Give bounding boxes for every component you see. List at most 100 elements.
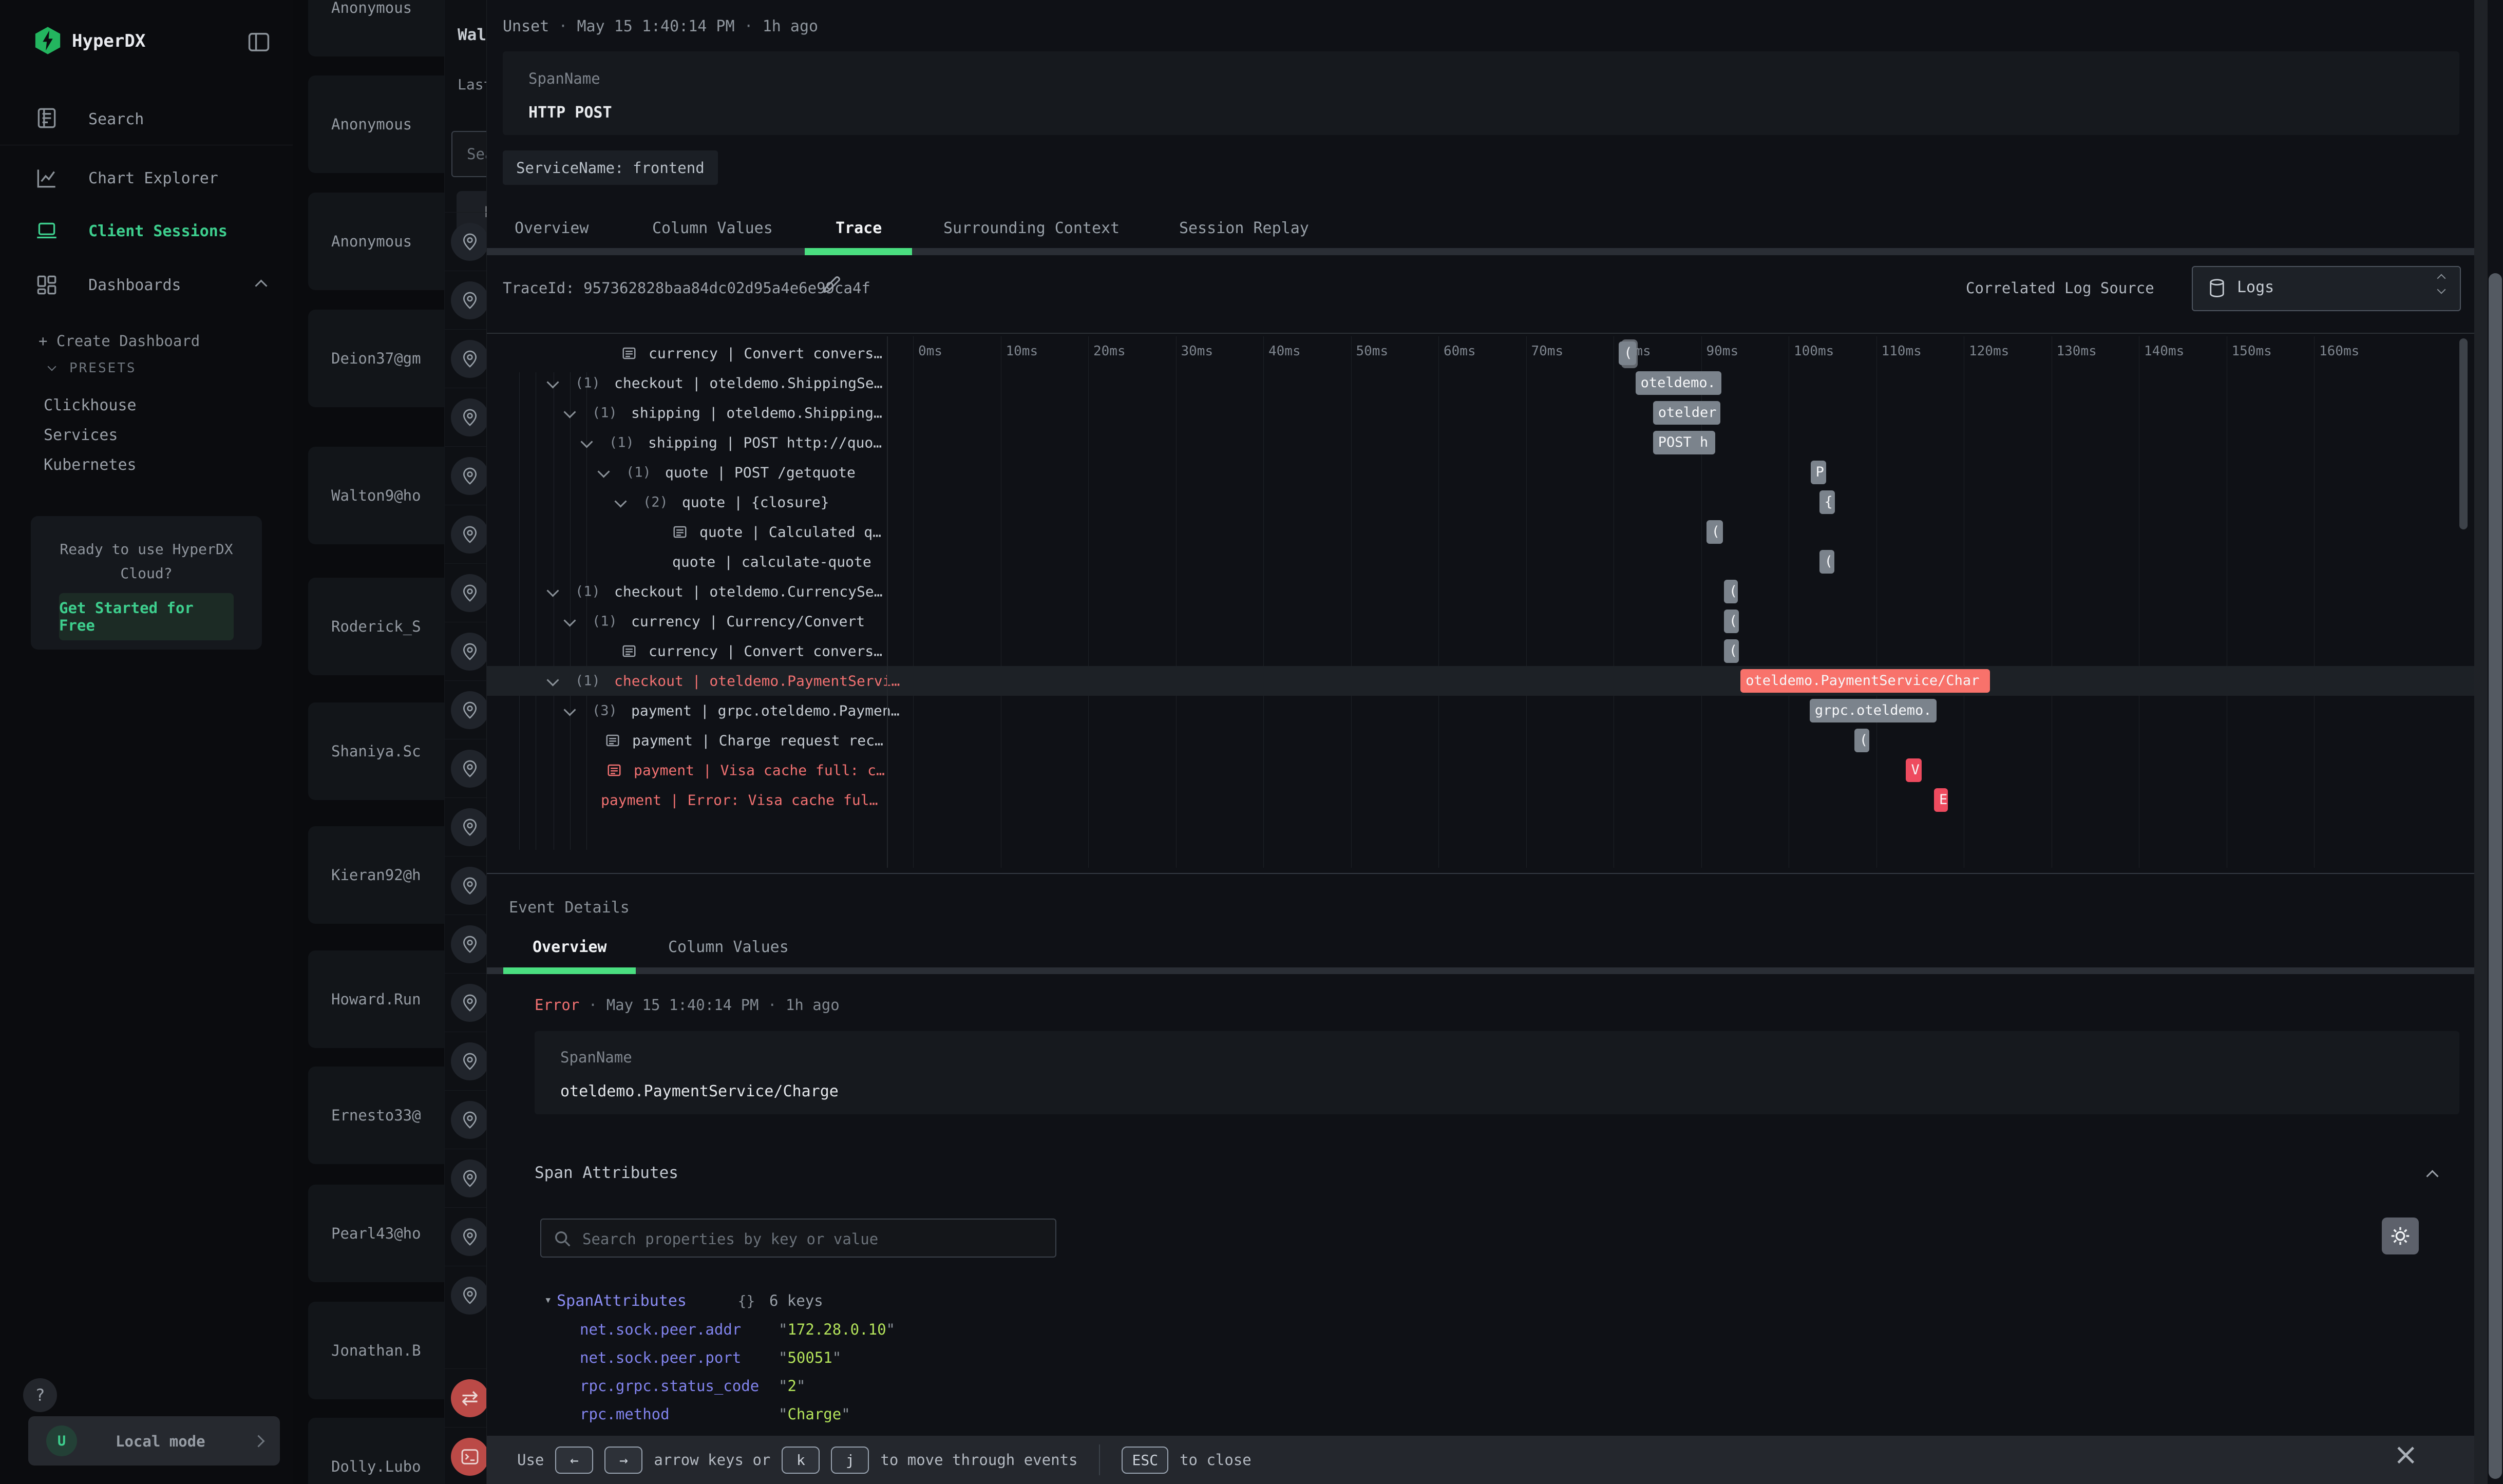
session-card[interactable]: Walton9@ho [308, 447, 447, 544]
trace-row[interactable]: (1)currency | Currency/Convert( [487, 606, 2475, 636]
span-attributes-collapse-icon[interactable] [2426, 1170, 2438, 1182]
location-pin-icon[interactable] [451, 867, 487, 905]
span-bar[interactable]: ( [1819, 550, 1834, 574]
attribute-value[interactable]: "2" [779, 1377, 805, 1395]
preset-services[interactable]: Services [44, 426, 118, 444]
service-name-chip[interactable]: ServiceName: frontend [503, 150, 718, 185]
collapse-sidebar-icon[interactable] [245, 29, 272, 55]
attributes-search-input[interactable]: Search properties by key or value [540, 1219, 1056, 1258]
trace-row[interactable]: quote | calculate-quote( [487, 547, 2475, 577]
session-card[interactable]: Dolly.Lubo [308, 1418, 447, 1484]
row-expand-icon[interactable] [546, 376, 559, 388]
sidebar-item-chart-explorer[interactable]: Chart Explorer [88, 169, 218, 187]
close-icon[interactable]: × [2393, 1437, 2418, 1472]
get-started-button[interactable]: Get Started for Free [59, 593, 234, 640]
span-bar[interactable]: ( [1724, 639, 1739, 663]
session-card[interactable]: Pearl43@ho [308, 1185, 447, 1282]
span-bar[interactable]: ( [1706, 520, 1723, 544]
tab-session-replay[interactable]: Session Replay [1179, 219, 1309, 237]
span-bar[interactable]: P [1811, 461, 1827, 484]
location-pin-icon[interactable] [451, 574, 487, 612]
trace-row[interactable]: (3)payment | grpc.oteldemo.Paymen…grpc.o… [487, 696, 2475, 726]
terminal-icon[interactable] [451, 1438, 487, 1476]
trace-row[interactable]: (1)checkout | oteldemo.PaymentServi…otel… [487, 666, 2475, 696]
trace-row[interactable]: quote | Calculated q…( [487, 517, 2475, 547]
location-pin-icon[interactable] [451, 1042, 487, 1080]
create-dashboard-button[interactable]: + Create Dashboard [39, 332, 200, 350]
session-card[interactable]: Jonathan.B [308, 1302, 447, 1399]
row-expand-icon[interactable] [597, 465, 610, 478]
location-pin-icon[interactable] [451, 340, 487, 378]
location-pin-icon[interactable] [451, 925, 487, 963]
span-bar[interactable]: grpc.oteldemo. [1810, 699, 1937, 722]
row-expand-icon[interactable] [546, 674, 559, 686]
row-expand-icon[interactable] [614, 495, 627, 507]
attribute-value[interactable]: "50051" [779, 1349, 841, 1366]
location-pin-icon[interactable] [451, 750, 487, 788]
attributes-root-row[interactable]: ▾ SpanAttributes {} 6 keys [544, 1292, 823, 1310]
sidebar-item-client-sessions[interactable]: Client Sessions [88, 222, 227, 240]
event-tab-overview[interactable]: Overview [533, 938, 607, 956]
location-pin-icon[interactable] [451, 984, 487, 1022]
tab-column-values[interactable]: Column Values [652, 219, 773, 237]
tab-overview[interactable]: Overview [515, 219, 589, 237]
attribute-value[interactable]: "Charge" [779, 1405, 850, 1423]
trace-row[interactable]: (1)shipping | oteldemo.Shipping…otelder [487, 398, 2475, 428]
location-pin-icon[interactable] [451, 1159, 487, 1197]
help-button[interactable]: ? [23, 1378, 57, 1412]
trace-row[interactable]: currency | Convert convers…( [487, 636, 2475, 666]
event-tab-column-values[interactable]: Column Values [668, 938, 789, 956]
location-pin-icon[interactable] [451, 516, 487, 554]
waterfall-scrollbar-thumb[interactable] [2459, 338, 2468, 529]
session-card[interactable]: Roderick_S [308, 578, 447, 675]
attributes-settings-button[interactable] [2382, 1217, 2419, 1254]
span-bar[interactable]: ( [1619, 341, 1636, 365]
row-expand-icon[interactable] [563, 614, 576, 626]
trace-row[interactable]: currency | Convert convers…( [487, 338, 2475, 368]
row-expand-icon[interactable] [580, 435, 593, 448]
row-expand-icon[interactable] [546, 584, 559, 597]
location-pin-icon[interactable] [451, 808, 487, 846]
location-pin-icon[interactable] [451, 281, 487, 319]
span-bar[interactable]: ( [1724, 580, 1738, 603]
session-search-input[interactable]: Sea [451, 131, 487, 177]
trace-row[interactable]: payment | Charge request rec…( [487, 726, 2475, 755]
session-card[interactable]: Anonymous [308, 193, 447, 290]
trace-row[interactable]: payment | Visa cache full: c…V [487, 755, 2475, 785]
span-bar[interactable]: ( [1724, 610, 1739, 633]
correlated-log-source-select[interactable]: Logs [2192, 266, 2461, 311]
session-card[interactable]: Anonymous [308, 75, 447, 173]
swap-arrows-icon[interactable]: ⇄ [451, 1379, 487, 1417]
session-card[interactable]: Howard.Run [308, 950, 447, 1048]
location-pin-icon[interactable] [451, 457, 487, 495]
trace-row[interactable]: (1)quote | POST /getquoteP [487, 458, 2475, 487]
location-pin-icon[interactable] [451, 633, 487, 671]
session-card[interactable]: Deion37@gm [308, 310, 447, 407]
attribute-key[interactable]: rpc.method [580, 1405, 670, 1423]
attribute-value[interactable]: "172.28.0.10" [779, 1321, 895, 1338]
tab-surrounding-context[interactable]: Surrounding Context [943, 219, 1120, 237]
attribute-key[interactable]: net.sock.peer.port [580, 1349, 741, 1366]
sidebar-item-search[interactable]: Search [88, 110, 144, 128]
row-expand-icon[interactable] [563, 703, 576, 716]
span-bar[interactable]: oteldemo. [1636, 371, 1721, 395]
location-pin-icon[interactable] [451, 1218, 487, 1256]
span-bar[interactable]: otelder [1653, 401, 1720, 425]
trace-row[interactable]: (1)checkout | oteldemo.ShippingSe…otelde… [487, 368, 2475, 398]
session-card[interactable]: Ernesto33@ [308, 1067, 447, 1164]
preset-kubernetes[interactable]: Kubernetes [44, 456, 137, 474]
span-bar[interactable]: V [1906, 758, 1922, 782]
location-pin-icon[interactable] [451, 691, 487, 729]
sidebar-item-dashboards[interactable]: Dashboards [88, 276, 181, 294]
preset-clickhouse[interactable]: Clickhouse [44, 396, 137, 414]
span-bar[interactable]: oteldemo.PaymentService/Char [1740, 669, 1990, 693]
trace-row[interactable]: (1)shipping | POST http://quo…POST h [487, 428, 2475, 458]
span-bar[interactable]: E [1934, 788, 1948, 812]
trace-row[interactable]: (2)quote | {closure}{ [487, 487, 2475, 517]
session-card[interactable]: Kieran92@h [308, 826, 447, 924]
tab-trace[interactable]: Trace [836, 219, 882, 237]
location-pin-icon[interactable] [451, 223, 487, 261]
session-card[interactable]: Shaniya.Sc [308, 702, 447, 800]
row-expand-icon[interactable] [563, 406, 576, 418]
span-bar[interactable]: { [1819, 490, 1835, 514]
